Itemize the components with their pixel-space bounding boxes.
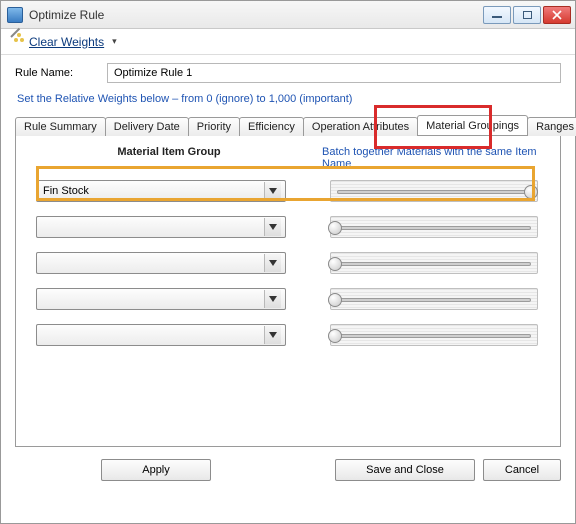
weight-slider[interactable] — [330, 288, 538, 310]
close-button[interactable] — [543, 6, 571, 24]
tab-delivery-date[interactable]: Delivery Date — [105, 117, 189, 136]
material-row — [24, 320, 552, 350]
tab-rule-summary[interactable]: Rule Summary — [15, 117, 106, 136]
titlebar: Optimize Rule — [1, 1, 575, 29]
material-row — [24, 248, 552, 278]
panel-right-header: Batch together Materials with the same I… — [314, 146, 552, 170]
weight-slider[interactable] — [330, 252, 538, 274]
material-row — [24, 212, 552, 242]
app-icon — [7, 7, 23, 23]
weight-slider[interactable] — [330, 180, 538, 202]
chevron-down-icon[interactable] — [264, 218, 281, 236]
chevron-down-icon[interactable] — [264, 254, 281, 272]
material-combo[interactable] — [36, 252, 286, 274]
chevron-down-icon[interactable] — [264, 182, 281, 200]
minimize-button[interactable] — [483, 6, 511, 24]
apply-button[interactable]: Apply — [101, 459, 211, 481]
weight-slider[interactable] — [330, 216, 538, 238]
material-combo[interactable] — [36, 288, 286, 310]
material-combo[interactable] — [36, 216, 286, 238]
material-combo[interactable] — [36, 324, 286, 346]
cancel-button[interactable]: Cancel — [483, 459, 561, 481]
rule-name-label: Rule Name: — [15, 67, 107, 79]
chevron-down-icon[interactable] — [264, 290, 281, 308]
rule-name-input[interactable] — [107, 63, 561, 83]
tab-efficiency[interactable]: Efficiency — [239, 117, 304, 136]
window-title: Optimize Rule — [29, 8, 483, 22]
material-groupings-panel: Material Item Group Batch together Mater… — [15, 135, 561, 447]
tab-priority[interactable]: Priority — [188, 117, 240, 136]
clear-weights-link[interactable]: Clear Weights — [29, 35, 104, 49]
material-row — [24, 284, 552, 314]
tab-material-groupings[interactable]: Material Groupings — [417, 115, 528, 135]
maximize-button[interactable] — [513, 6, 541, 24]
toolbar: Clear Weights ▾ — [1, 29, 575, 55]
weights-hint: Set the Relative Weights below – from 0 … — [17, 93, 561, 105]
save-and-close-button[interactable]: Save and Close — [335, 459, 475, 481]
tabs-container: Rule SummaryDelivery DatePriorityEfficie… — [15, 113, 561, 447]
clear-weights-caret-icon[interactable]: ▾ — [112, 36, 117, 47]
chevron-down-icon[interactable] — [264, 326, 281, 344]
tab-operation-attributes[interactable]: Operation Attributes — [303, 117, 418, 136]
material-combo[interactable]: Fin Stock — [36, 180, 286, 202]
weight-slider[interactable] — [330, 324, 538, 346]
material-row: Fin Stock — [24, 176, 552, 206]
clear-weights-icon — [9, 34, 25, 50]
material-combo-value: Fin Stock — [43, 185, 89, 197]
panel-left-header: Material Item Group — [24, 146, 314, 170]
tab-ranges[interactable]: Ranges — [527, 117, 576, 136]
